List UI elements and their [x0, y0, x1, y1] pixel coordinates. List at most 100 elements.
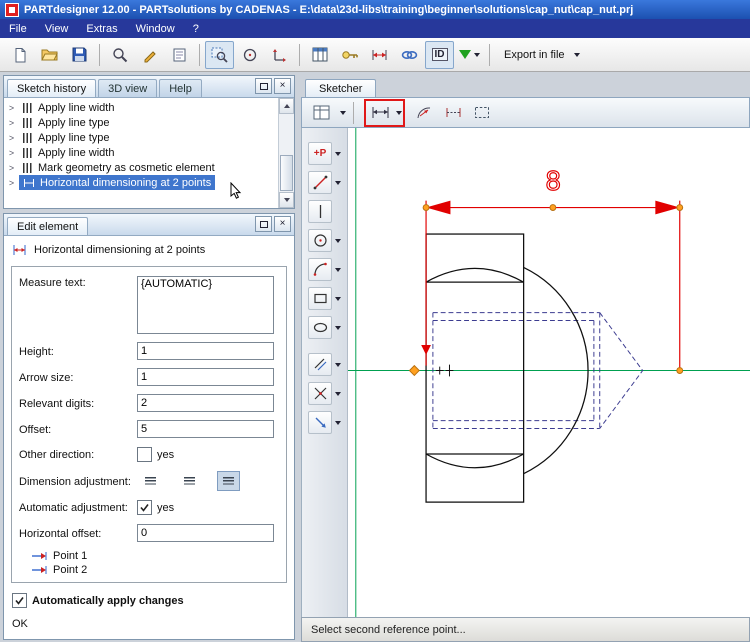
- automatic-adjustment-checkbox[interactable]: [137, 500, 152, 515]
- move-tool-button[interactable]: [308, 411, 332, 434]
- menu-window[interactable]: Window: [127, 21, 184, 37]
- link-button[interactable]: [395, 41, 424, 69]
- radius-dimension-button[interactable]: [411, 101, 437, 125]
- tree-scrollbar[interactable]: [278, 98, 294, 208]
- relevant-digits-input[interactable]: [137, 394, 274, 412]
- menu-view[interactable]: View: [36, 21, 78, 37]
- align-left-icon: [145, 476, 156, 486]
- intersection-tool-button[interactable]: [308, 382, 332, 405]
- snap-points[interactable]: [408, 204, 684, 377]
- arc-tool-button[interactable]: [308, 258, 332, 281]
- menu-file[interactable]: File: [0, 21, 36, 37]
- distance-constraint-button[interactable]: [440, 101, 466, 125]
- expand-chevron-icon[interactable]: >: [4, 103, 19, 113]
- tool-dropdown[interactable]: [332, 325, 341, 330]
- view-grid-button[interactable]: [308, 101, 334, 125]
- offset-tool-button[interactable]: [308, 353, 332, 376]
- tool-dropdown[interactable]: [332, 296, 341, 301]
- horizontal-dimension-tool-button[interactable]: [367, 101, 393, 125]
- offset-row: Offset:: [19, 420, 279, 438]
- new-file-button[interactable]: [5, 41, 34, 69]
- save-icon: [72, 47, 87, 62]
- align-left-button[interactable]: [139, 471, 162, 491]
- zoom-window-button[interactable]: [205, 40, 234, 69]
- tab-help[interactable]: Help: [159, 79, 202, 97]
- arrow-size-input[interactable]: [137, 368, 274, 386]
- horizontal-offset-input[interactable]: [137, 524, 274, 542]
- other-direction-checkbox[interactable]: [137, 447, 152, 462]
- tool-dropdown[interactable]: [332, 238, 341, 243]
- rectangle-tool-button[interactable]: [308, 287, 332, 310]
- expand-chevron-icon[interactable]: >: [4, 133, 19, 143]
- expand-chevron-icon[interactable]: >: [4, 148, 19, 158]
- menu-extras[interactable]: Extras: [77, 21, 126, 37]
- axis-tool-button[interactable]: [308, 200, 332, 223]
- align-center-button[interactable]: [178, 471, 201, 491]
- key-button[interactable]: [335, 41, 364, 69]
- id-button[interactable]: ID: [425, 40, 454, 69]
- tool-dropdown[interactable]: [332, 391, 341, 396]
- expand-chevron-icon[interactable]: >: [4, 163, 19, 173]
- tab-sketch-history[interactable]: Sketch history: [7, 79, 97, 97]
- select-region-button[interactable]: [469, 101, 495, 125]
- point-1-row[interactable]: Point 1: [31, 550, 279, 562]
- offset-input[interactable]: [137, 420, 274, 438]
- scroll-down-button[interactable]: [279, 192, 294, 208]
- open-button[interactable]: [35, 41, 64, 69]
- height-input[interactable]: [137, 342, 274, 360]
- tool-dropdown[interactable]: [332, 151, 341, 156]
- ellipse-tool-button[interactable]: [308, 316, 332, 339]
- expand-chevron-icon[interactable]: >: [4, 118, 19, 128]
- float-panel-button[interactable]: [255, 78, 272, 94]
- tab-sketcher[interactable]: Sketcher: [305, 79, 377, 97]
- history-item[interactable]: > Apply line width: [4, 145, 278, 160]
- scroll-track[interactable]: [279, 114, 294, 192]
- float-panel-button[interactable]: [255, 216, 272, 232]
- menu-help[interactable]: ?: [184, 21, 208, 37]
- open-folder-icon: [41, 49, 58, 61]
- expand-chevron-icon[interactable]: >: [4, 178, 19, 188]
- export-in-file-button[interactable]: Export in file: [495, 45, 589, 65]
- zoom-fit-button[interactable]: [235, 41, 264, 69]
- dropdown-arrow-icon[interactable]: [396, 110, 402, 115]
- close-panel-button[interactable]: ×: [274, 216, 291, 232]
- point-arrow-icon: [32, 566, 47, 574]
- measure-button[interactable]: [365, 41, 394, 69]
- tab-3d-view[interactable]: 3D view: [98, 79, 158, 97]
- tool-dropdown[interactable]: [332, 180, 341, 185]
- zoom-button[interactable]: [105, 41, 134, 69]
- apply-changes-checkbox[interactable]: [12, 593, 27, 608]
- scroll-up-button[interactable]: [279, 98, 294, 114]
- coordinate-button[interactable]: [265, 41, 294, 69]
- horizontal-dimension-icon: [372, 107, 388, 118]
- history-item[interactable]: > Apply line width: [4, 100, 278, 115]
- line-tool-button[interactable]: [308, 171, 332, 194]
- save-button[interactable]: [65, 41, 94, 69]
- dropdown-arrow-icon[interactable]: [340, 110, 346, 115]
- align-right-button[interactable]: [217, 471, 240, 491]
- tool-dropdown[interactable]: [332, 267, 341, 272]
- tool-dropdown[interactable]: [332, 362, 341, 367]
- view-grid-icon: [313, 105, 329, 120]
- notes-button[interactable]: [165, 41, 194, 69]
- circle-tool-button[interactable]: [308, 229, 332, 252]
- measure-text-input[interactable]: {AUTOMATIC}: [137, 276, 274, 334]
- point-2-row[interactable]: Point 2: [31, 564, 279, 576]
- tab-edit-element[interactable]: Edit element: [7, 217, 89, 235]
- history-item[interactable]: > Apply line type: [4, 115, 278, 130]
- history-item[interactable]: > Apply line type: [4, 130, 278, 145]
- sketch-canvas[interactable]: 8: [348, 128, 750, 617]
- table-button[interactable]: [305, 41, 334, 69]
- history-item[interactable]: > Mark geometry as cosmetic element: [4, 160, 278, 175]
- scroll-thumb[interactable]: [280, 155, 293, 191]
- automatic-adjustment-row: Automatic adjustment: yes: [19, 499, 279, 516]
- sketch-pen-button[interactable]: [135, 41, 164, 69]
- filter-dropdown-button[interactable]: [455, 41, 484, 69]
- tool-dropdown[interactable]: [332, 420, 341, 425]
- dimension-value-text[interactable]: 8: [545, 165, 562, 196]
- history-item-selected[interactable]: > Horizontal dimensioning at 2 points: [4, 175, 278, 190]
- app-logo-icon: [5, 2, 19, 17]
- menu-bar: File View Extras Window ?: [0, 19, 750, 38]
- close-panel-button[interactable]: ×: [274, 78, 291, 94]
- point-tool-button[interactable]: +P: [308, 142, 332, 165]
